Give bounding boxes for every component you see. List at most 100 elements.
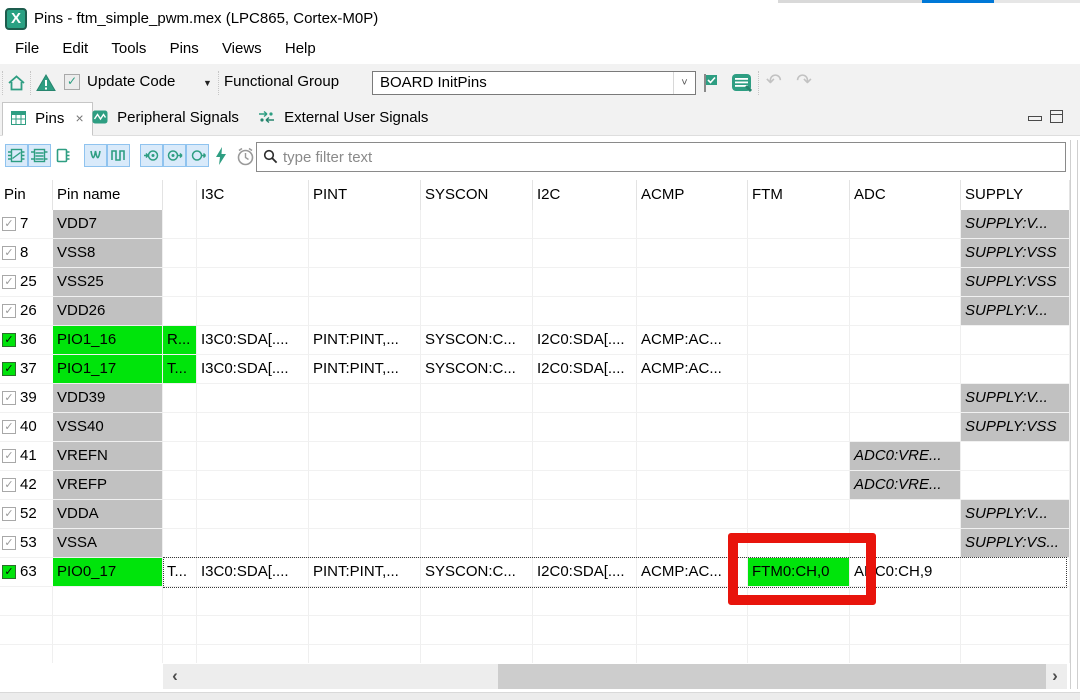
signal-cell-acmp[interactable] — [637, 210, 748, 239]
signal-cell-acmp[interactable]: ACMP:AC... — [637, 326, 748, 355]
signal-cell-i2c[interactable] — [533, 529, 637, 558]
table-row-pin-25[interactable]: ✓25VSS25SUPPLY:VSS — [0, 268, 1070, 297]
pin-name-cell[interactable]: VDDA — [53, 500, 163, 529]
signal-cell-ftm[interactable] — [748, 297, 850, 326]
scrollbar-thumb[interactable] — [498, 664, 1046, 689]
vertical-scrollbar[interactable] — [1070, 140, 1078, 689]
signal-cell-supply[interactable]: SUPPLY:VSS — [961, 268, 1070, 297]
signal-cell-syscon[interactable] — [421, 529, 533, 558]
table-row-pin-40[interactable]: ✓40VSS40SUPPLY:VSS — [0, 413, 1070, 442]
column-header-adc[interactable]: ADC — [850, 180, 961, 210]
column-header-acmp[interactable]: ACMP — [637, 180, 748, 210]
filter-input-pins-button[interactable] — [140, 144, 163, 167]
tab-close-icon[interactable]: × — [76, 110, 84, 126]
signal-cell-pint[interactable] — [309, 239, 421, 268]
signal-cell-pint[interactable]: PINT:PINT,... — [309, 558, 421, 587]
column-header-type[interactable] — [163, 180, 197, 210]
signal-cell-acmp[interactable] — [637, 442, 748, 471]
column-header-i2c[interactable]: I2C — [533, 180, 637, 210]
signal-cell-acmp[interactable] — [637, 471, 748, 500]
signal-cell-adc[interactable] — [850, 268, 961, 297]
signal-cell-i2c[interactable] — [533, 413, 637, 442]
signal-cell-type[interactable] — [163, 268, 197, 297]
pin-name-cell[interactable]: VSSA — [53, 529, 163, 558]
signal-cell-pint[interactable] — [309, 210, 421, 239]
table-row-pin-41[interactable]: ✓41VREFNADC0:VRE... — [0, 442, 1070, 471]
signal-cell-syscon[interactable]: SYSCON:C... — [421, 326, 533, 355]
pin-name-cell[interactable]: VREFN — [53, 442, 163, 471]
signal-cell-syscon[interactable] — [421, 413, 533, 442]
signal-cell-supply[interactable]: SUPPLY:V... — [961, 297, 1070, 326]
table-row-pin-42[interactable]: ✓42VREFPADC0:VRE... — [0, 471, 1070, 500]
signal-cell-acmp[interactable] — [637, 239, 748, 268]
timer-button[interactable] — [234, 144, 256, 167]
signal-cell-pint[interactable] — [309, 500, 421, 529]
signal-cell-supply[interactable]: SUPPLY:VS... — [961, 529, 1070, 558]
signal-cell-i3c[interactable] — [197, 239, 309, 268]
signal-cell-supply[interactable]: SUPPLY:V... — [961, 500, 1070, 529]
power-filter-button[interactable] — [212, 144, 230, 167]
pin-name-cell[interactable]: PIO1_17 — [53, 355, 163, 384]
signal-cell-ftm[interactable] — [748, 529, 850, 558]
update-code-button[interactable]: Update Code — [87, 73, 175, 90]
signal-cell-acmp[interactable] — [637, 500, 748, 529]
signal-cell-syscon[interactable] — [421, 500, 533, 529]
table-row-pin-26[interactable]: ✓26VDD26SUPPLY:V... — [0, 297, 1070, 326]
signal-cell-acmp[interactable] — [637, 384, 748, 413]
pin-cell[interactable]: ✓40 — [0, 413, 53, 442]
signal-cell-i2c[interactable] — [533, 268, 637, 297]
signal-cell-type[interactable] — [163, 210, 197, 239]
signal-cell-i3c[interactable] — [197, 268, 309, 297]
signal-cell-i2c[interactable] — [533, 297, 637, 326]
warning-button[interactable] — [36, 74, 56, 96]
signal-cell-supply[interactable] — [961, 442, 1070, 471]
signal-cell-i3c[interactable]: I3C0:SDA[.... — [197, 355, 309, 384]
pin-cell[interactable]: ✓7 — [0, 210, 53, 239]
filter-rows-button[interactable] — [28, 144, 51, 167]
signal-cell-supply[interactable] — [961, 326, 1070, 355]
signal-cell-adc[interactable] — [850, 326, 961, 355]
pin-cell[interactable]: ✓8 — [0, 239, 53, 268]
table-row-pin-39[interactable]: ✓39VDD39SUPPLY:V... — [0, 384, 1070, 413]
table-row-pin-36[interactable]: ✓36PIO1_16R...I3C0:SDA[....PINT:PINT,...… — [0, 326, 1070, 355]
table-row-pin-63[interactable]: ✓63PIO0_17T...I3C0:SDA[....PINT:PINT,...… — [0, 558, 1070, 587]
signal-cell-adc[interactable] — [850, 500, 961, 529]
signal-cell-type[interactable] — [163, 442, 197, 471]
menu-tools[interactable]: Tools — [104, 36, 153, 57]
column-header-pint[interactable]: PINT — [309, 180, 421, 210]
scroll-left-icon[interactable]: ‹ — [165, 664, 185, 689]
pin-cell[interactable]: ✓42 — [0, 471, 53, 500]
signal-cell-ftm[interactable] — [748, 442, 850, 471]
signal-cell-i3c[interactable] — [197, 500, 309, 529]
signal-cell-type[interactable] — [163, 297, 197, 326]
signal-cell-ftm[interactable] — [748, 471, 850, 500]
signal-cell-adc[interactable] — [850, 239, 961, 268]
signal-cell-pint[interactable] — [309, 471, 421, 500]
table-row-pin-52[interactable]: ✓52VDDASUPPLY:V... — [0, 500, 1070, 529]
signal-cell-ftm[interactable] — [748, 500, 850, 529]
pin-name-cell[interactable]: VSS40 — [53, 413, 163, 442]
signal-cell-adc[interactable] — [850, 384, 961, 413]
signal-cell-i3c[interactable]: I3C0:SDA[.... — [197, 326, 309, 355]
signal-cell-supply[interactable]: SUPPLY:V... — [961, 210, 1070, 239]
signal-cell-supply[interactable]: SUPPLY:VSS — [961, 239, 1070, 268]
table-row-pin-8[interactable]: ✓8VSS8SUPPLY:VSS — [0, 239, 1070, 268]
pin-checkbox[interactable]: ✓ — [2, 246, 16, 260]
signal-cell-syscon[interactable] — [421, 239, 533, 268]
signal-cell-pint[interactable] — [309, 384, 421, 413]
signal-cell-i3c[interactable] — [197, 413, 309, 442]
pin-cell[interactable]: ✓63 — [0, 558, 53, 587]
signal-cell-adc[interactable]: ADC0:CH,9 — [850, 558, 961, 587]
signal-cell-i2c[interactable]: I2C0:SDA[.... — [533, 326, 637, 355]
signal-cell-adc[interactable] — [850, 210, 961, 239]
signal-cell-type[interactable] — [163, 529, 197, 558]
pin-checkbox[interactable]: ✓ — [2, 304, 16, 318]
pin-name-cell[interactable]: VDD7 — [53, 210, 163, 239]
column-header-ftm[interactable]: FTM — [748, 180, 850, 210]
pin-checkbox[interactable]: ✓ — [2, 507, 16, 521]
pin-cell[interactable]: ✓37 — [0, 355, 53, 384]
signal-cell-syscon[interactable] — [421, 297, 533, 326]
pin-name-cell[interactable]: VREFP — [53, 471, 163, 500]
tab-external-user-signals[interactable]: External User Signals — [250, 102, 436, 136]
pin-checkbox[interactable]: ✓ — [2, 420, 16, 434]
